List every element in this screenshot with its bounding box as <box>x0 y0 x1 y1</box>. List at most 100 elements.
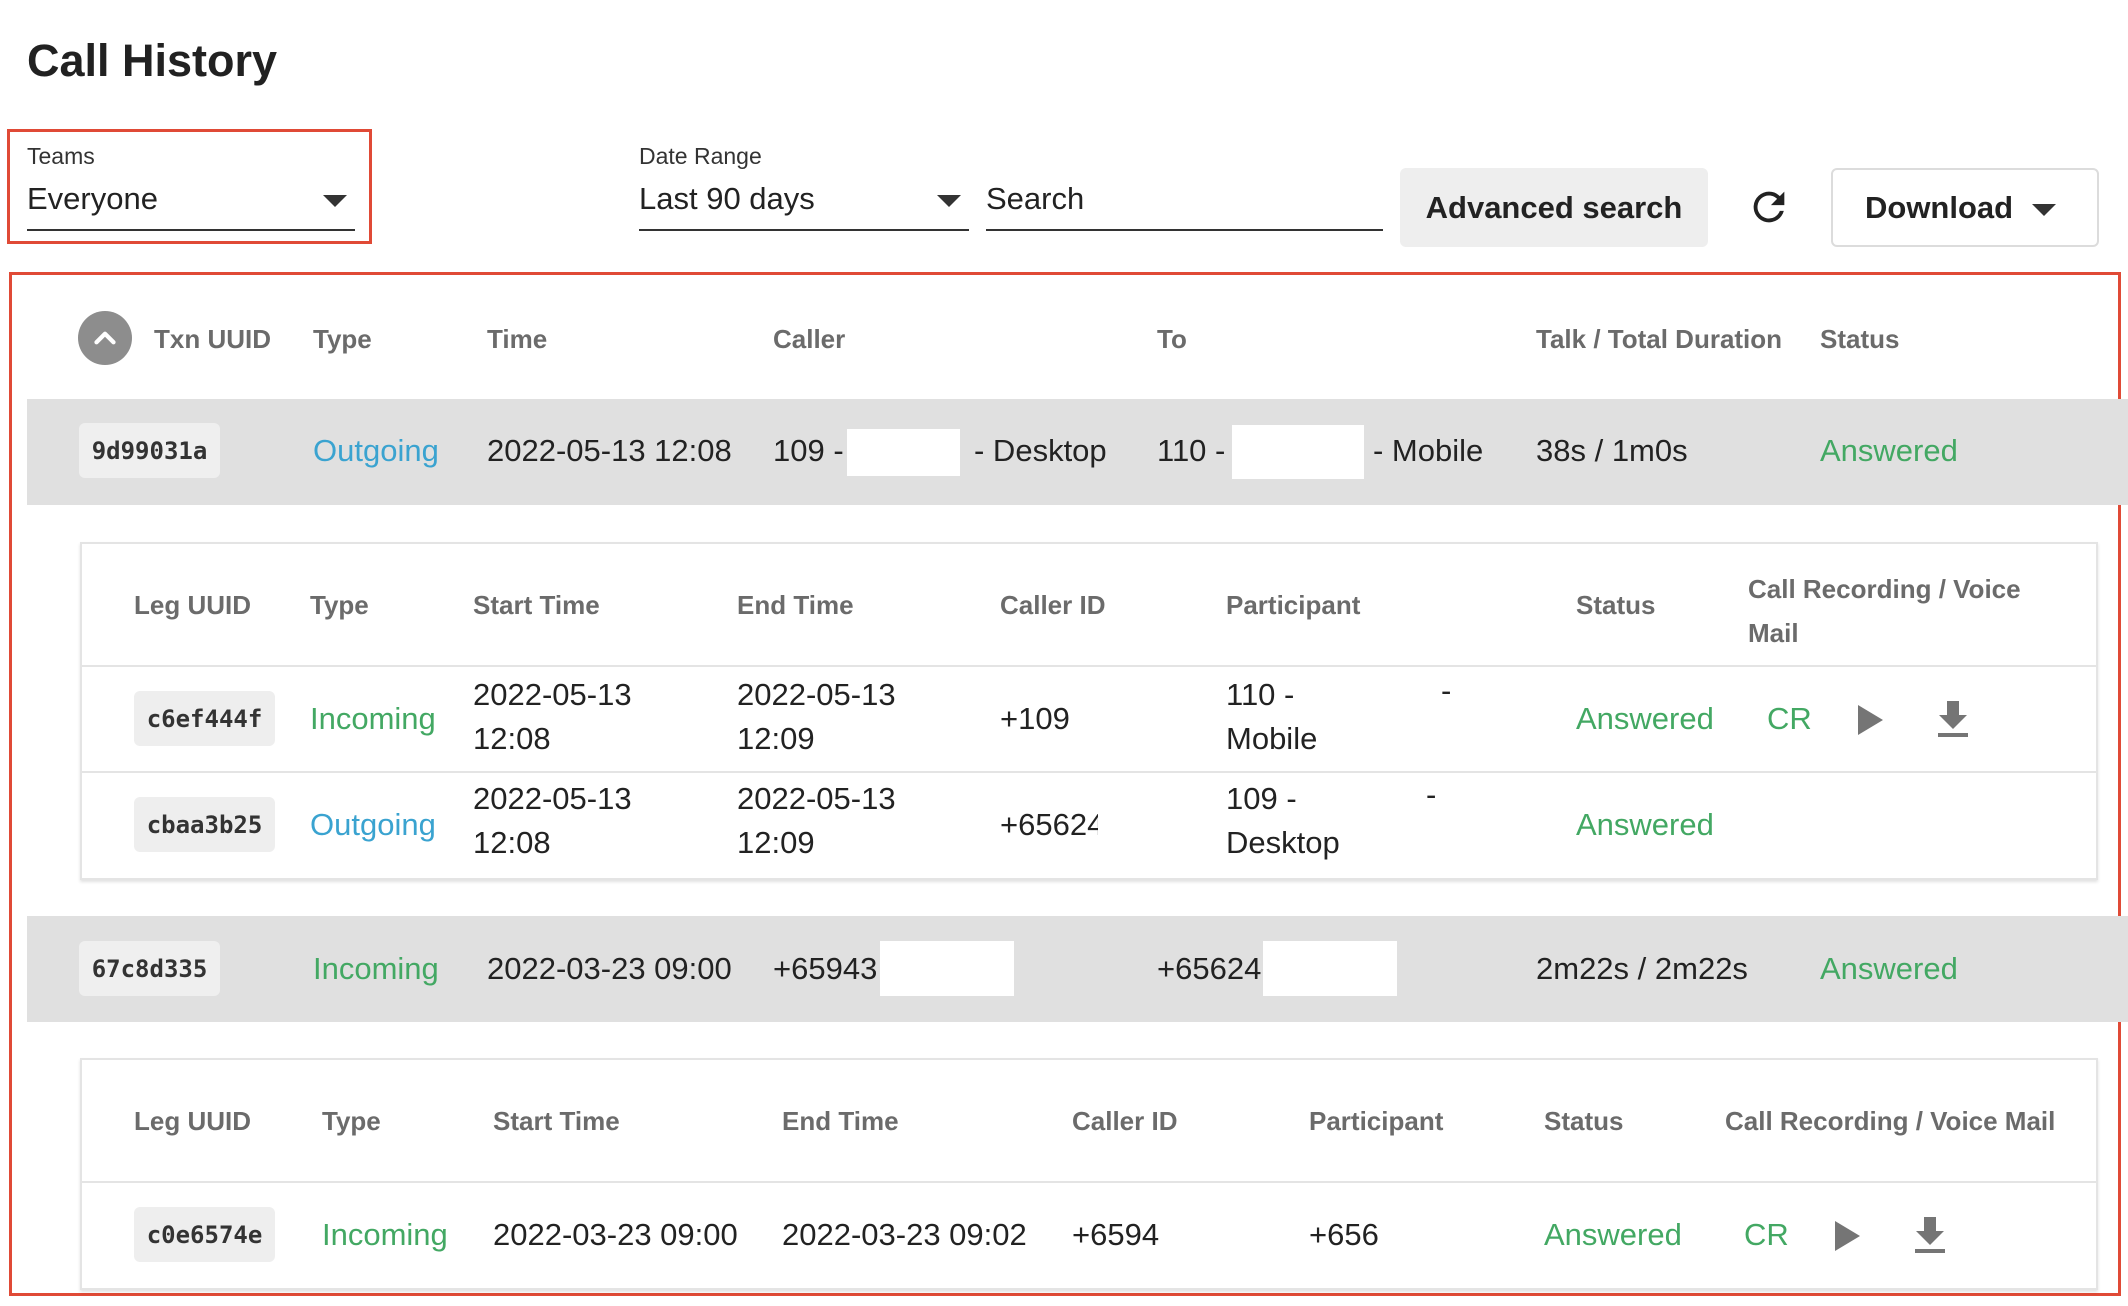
txn-type: Outgoing <box>313 433 439 468</box>
search-placeholder: Search <box>986 181 1085 216</box>
leg-uuid-chip: c0e6574e <box>134 1207 275 1262</box>
header-time: Time <box>487 324 548 354</box>
header-status: Status <box>1820 324 1900 354</box>
leg-participant-line1: 109 - <box>1226 781 1297 816</box>
leg-status: Answered <box>1576 701 1714 736</box>
leg-header-start-time: Start Time <box>473 590 600 620</box>
teams-label: Teams <box>27 143 95 169</box>
page-title: Call History <box>27 35 278 86</box>
leg-table: Leg UUID Type Start Time End Time Caller… <box>80 1058 2098 1290</box>
leg-participant-line2: Mobile <box>1226 721 1318 756</box>
redacted-block <box>880 941 1014 996</box>
dropdown-caret-icon <box>323 195 347 207</box>
leg-type: Incoming <box>322 1217 448 1252</box>
transaction-row[interactable]: 9d99031a Outgoing 2022-05-13 12:08 109 -… <box>27 399 2128 505</box>
leg-header-recording: Call Recording / Voice Mail <box>1725 1106 2056 1136</box>
leg-type: Outgoing <box>310 807 436 842</box>
download-icon[interactable] <box>1936 699 1970 744</box>
leg-header-type: Type <box>322 1106 381 1136</box>
search-input[interactable]: Search <box>986 178 1383 234</box>
leg-header-status: Status <box>1544 1106 1624 1136</box>
leg-end: 2022-03-23 09:02 <box>782 1217 1027 1252</box>
leg-caller-id: +65624 <box>1000 807 1098 842</box>
teams-underline <box>27 229 355 231</box>
leg-uuid-chip: cbaa3b25 <box>134 797 275 852</box>
header-caller: Caller <box>773 324 846 354</box>
play-icon[interactable] <box>1832 1219 1862 1258</box>
play-icon[interactable] <box>1855 703 1885 742</box>
leg-caller-id: +6594 <box>1072 1217 1160 1252</box>
search-underline <box>986 229 1383 231</box>
leg-participant-dash: - <box>1441 673 1452 708</box>
leg-header-uuid: Leg UUID <box>134 590 251 620</box>
txn-duration: 2m22s / 2m22s <box>1536 951 1748 986</box>
download-icon[interactable] <box>1913 1215 1947 1260</box>
date-range-value: Last 90 days <box>639 181 815 216</box>
leg-end-date: 2022-05-13 <box>737 781 896 816</box>
txn-uuid-chip: 67c8d335 <box>79 941 220 996</box>
advanced-search-button[interactable]: Advanced search <box>1400 168 1708 247</box>
leg-participant-line2: Desktop <box>1226 825 1340 860</box>
dropdown-caret-icon <box>937 195 961 207</box>
leg-header-end-time: End Time <box>782 1106 899 1136</box>
leg-end-time: 12:09 <box>737 721 815 756</box>
dropdown-caret-icon <box>2032 204 2056 216</box>
leg-table: Leg UUID Type Start Time End Time Caller… <box>80 542 2098 880</box>
leg-type: Incoming <box>310 701 436 736</box>
teams-select[interactable]: Everyone <box>27 178 355 234</box>
txn-to: +65624 <box>1157 951 1262 986</box>
leg-header-type: Type <box>310 590 369 620</box>
call-recording-link[interactable]: CR <box>1744 1217 1789 1253</box>
redacted-block <box>847 429 960 476</box>
leg-header-caller-id: Caller ID <box>1000 590 1106 620</box>
leg-header-end-time: End Time <box>737 590 854 620</box>
header-to: To <box>1157 324 1187 354</box>
leg-header-start-time: Start Time <box>493 1106 620 1136</box>
leg-participant: +656 <box>1309 1217 1379 1252</box>
leg-header-participant: Participant <box>1309 1106 1444 1136</box>
leg-status: Answered <box>1576 807 1714 842</box>
txn-duration: 38s / 1m0s <box>1536 433 1688 468</box>
transaction-row[interactable]: 67c8d335 Incoming 2022-03-23 09:00 +6594… <box>27 916 2128 1022</box>
date-range-underline <box>639 229 969 231</box>
txn-caller-suffix: - Desktop <box>974 433 1107 468</box>
txn-caller-prefix: 109 - <box>773 433 844 468</box>
leg-participant-line1: 110 - <box>1226 677 1295 712</box>
teams-value: Everyone <box>27 181 158 216</box>
txn-status: Answered <box>1820 433 1958 468</box>
txn-to-suffix: - Mobile <box>1373 433 1484 468</box>
txn-uuid-chip: 9d99031a <box>79 423 220 478</box>
leg-row[interactable]: cbaa3b25 Outgoing 2022-05-13 12:08 2022-… <box>82 773 2096 877</box>
date-range-select[interactable]: Last 90 days <box>639 178 969 234</box>
leg-header-participant: Participant <box>1226 590 1361 620</box>
call-recording-link[interactable]: CR <box>1767 701 1812 737</box>
leg-row[interactable]: c0e6574e Incoming 2022-03-23 09:00 2022-… <box>82 1183 2096 1287</box>
redacted-block <box>1232 425 1364 479</box>
leg-end-date: 2022-05-13 <box>737 677 896 712</box>
download-label: Download <box>1865 189 2014 225</box>
header-duration: Talk / Total Duration <box>1536 324 1783 354</box>
redacted-block <box>1263 941 1397 996</box>
download-button[interactable]: Download <box>1831 168 2099 247</box>
leg-uuid-chip: c6ef444f <box>134 691 275 746</box>
txn-caller: +65943 <box>773 951 878 986</box>
leg-caller-id: +109 <box>1000 701 1070 736</box>
leg-header-uuid: Leg UUID <box>134 1106 251 1136</box>
leg-header-recording: Call Recording / Voice Mail <box>1748 574 2021 648</box>
txn-time: 2022-05-13 12:08 <box>487 433 732 468</box>
leg-participant-dash: - <box>1426 777 1437 812</box>
date-range-label: Date Range <box>639 143 762 169</box>
header-txn-uuid: Txn UUID <box>154 324 271 354</box>
refresh-icon[interactable] <box>1746 184 1792 230</box>
leg-start-date: 2022-05-13 <box>473 677 632 712</box>
collapse-chevron-icon[interactable] <box>78 311 132 365</box>
leg-header-status: Status <box>1576 590 1656 620</box>
leg-end-time: 12:09 <box>737 825 815 860</box>
txn-to-prefix: 110 - <box>1157 433 1226 468</box>
txn-time: 2022-03-23 09:00 <box>487 951 732 986</box>
txn-type: Incoming <box>313 951 439 986</box>
leg-row[interactable]: c6ef444f Incoming 2022-05-13 12:08 2022-… <box>82 667 2096 771</box>
leg-start: 2022-03-23 09:00 <box>493 1217 738 1252</box>
leg-header-caller-id: Caller ID <box>1072 1106 1178 1136</box>
leg-start-time: 12:08 <box>473 721 551 756</box>
